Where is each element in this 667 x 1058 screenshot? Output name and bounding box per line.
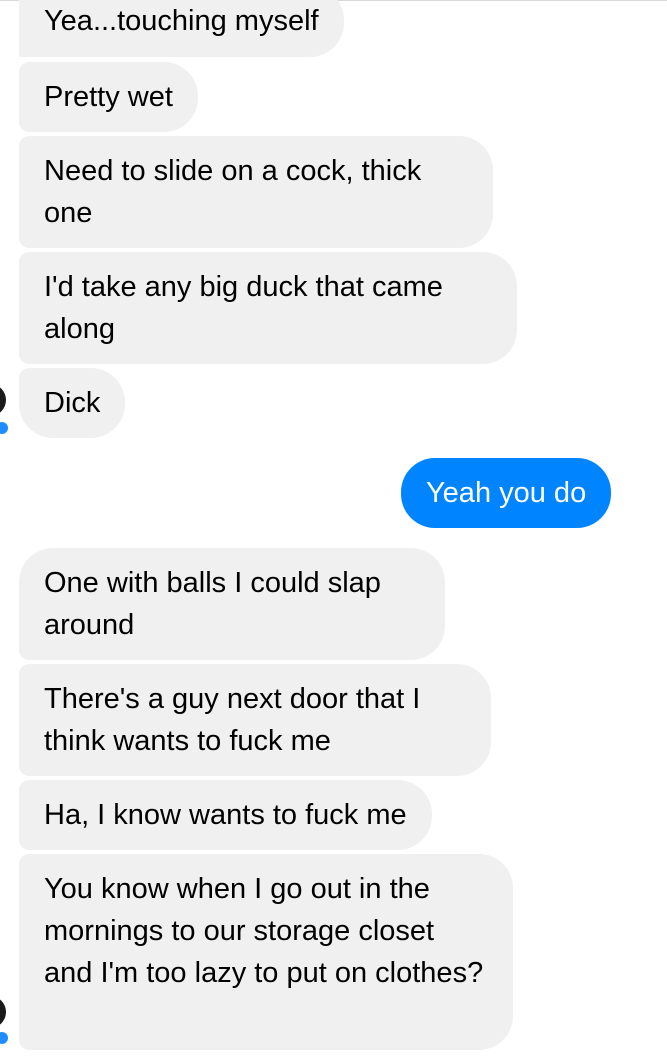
sender-avatar[interactable] [0,384,6,416]
presence-badge-icon [0,420,10,436]
message-bubble-outgoing[interactable]: Yeah you do [401,458,612,528]
presence-badge-icon [0,1030,10,1046]
message-bubble-incoming[interactable]: One with balls I could slap around [19,548,445,660]
sender-avatar[interactable] [0,996,6,1028]
message-bubble-incoming[interactable]: Dick [19,368,126,438]
message-thread: Yea...touching myself Pretty wet Need to… [0,0,667,1058]
message-text: I'd take any big duck that came along [44,271,443,345]
message-text: Dick [44,387,101,419]
message-text: Yea...touching myself [44,5,319,37]
message-bubble-incoming[interactable]: Pretty wet [19,62,198,132]
message-bubble-incoming[interactable]: I'd take any big duck that came along [19,252,517,364]
message-bubble-incoming[interactable]: You know when I go out in the mornings t… [19,854,513,1050]
message-bubble-incoming[interactable]: There's a guy next door that I think wan… [19,664,491,776]
message-bubble-incoming[interactable]: Yea...touching myself [19,0,344,57]
message-bubble-incoming[interactable]: Need to slide on a cock, thick one [19,136,493,248]
message-text: Need to slide on a cock, thick one [44,155,422,229]
message-text: There's a guy next door that I think wan… [44,683,421,757]
message-text: Pretty wet [44,81,173,113]
message-bubble-incoming[interactable]: Ha, I know wants to fuck me [19,780,432,850]
message-text: One with balls I could slap around [44,567,381,641]
message-text: Ha, I know wants to fuck me [44,799,407,831]
message-text: Yeah you do [426,477,587,509]
message-text: You know when I go out in the mornings t… [44,873,484,989]
